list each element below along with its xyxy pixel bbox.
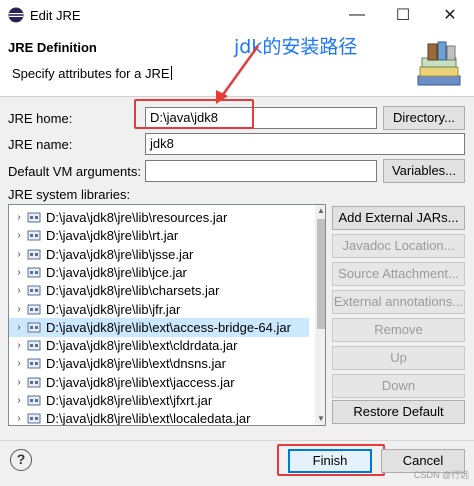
jar-file-icon xyxy=(27,230,41,241)
jar-file-icon xyxy=(27,395,41,406)
page-title: JRE Definition xyxy=(8,40,97,55)
expand-chevron-icon[interactable]: › xyxy=(11,413,27,424)
jar-file-icon xyxy=(27,377,41,388)
jre-home-label: JRE home: xyxy=(8,111,73,126)
jar-file-icon xyxy=(27,285,41,296)
library-path: D:\java\jdk8\jre\lib\resources.jar xyxy=(46,210,228,225)
up-button[interactable]: Up xyxy=(332,346,465,370)
library-path: D:\java\jdk8\jre\lib\ext\access-bridge-6… xyxy=(46,319,291,335)
title-bar: Edit JRE — ☐ ✕ xyxy=(0,0,474,30)
jar-file-icon xyxy=(27,304,41,314)
expand-chevron-icon[interactable]: › xyxy=(11,304,27,315)
jar-file-icon xyxy=(27,212,41,223)
library-list[interactable]: › D:\java\jdk8\jre\lib\ext\localedata.jar… xyxy=(8,204,326,426)
library-item[interactable]: › D:\java\jdk8\jre\lib\ext\localedata.jar xyxy=(9,409,309,426)
library-item[interactable]: › D:\java\jdk8\jre\lib\resources.jar xyxy=(9,208,309,227)
expand-chevron-icon[interactable]: › xyxy=(11,395,27,406)
library-path: D:\java\jdk8\jre\lib\ext\jfxrt.jar xyxy=(46,393,213,408)
library-path: D:\java\jdk8\jre\lib\ext\dnsns.jar xyxy=(46,356,226,372)
library-path: D:\java\jdk8\jre\lib\ext\jaccess.jar xyxy=(46,374,235,390)
add-external-jars-button[interactable]: Add External JARs... xyxy=(332,206,465,230)
scroll-down-arrow[interactable]: ▼ xyxy=(315,413,325,425)
expand-chevron-icon[interactable]: › xyxy=(11,249,27,260)
jre-name-input[interactable]: jdk8 xyxy=(145,133,465,155)
expand-chevron-icon[interactable]: › xyxy=(11,358,27,369)
window-title: Edit JRE xyxy=(30,8,81,23)
library-item[interactable]: › D:\java\jdk8\jre\lib\charsets.jar xyxy=(9,281,309,300)
header-separator xyxy=(0,96,474,97)
library-path: D:\java\jdk8\jre\lib\jsse.jar xyxy=(46,246,194,262)
directory-button[interactable]: Directory... xyxy=(383,106,465,130)
expand-chevron-icon[interactable]: › xyxy=(11,377,27,388)
dialog-header: JRE Definition Specify attributes for a … xyxy=(0,30,474,96)
finish-highlight xyxy=(277,444,385,476)
footer-separator xyxy=(0,440,474,441)
libraries-label: JRE system libraries: xyxy=(8,187,131,202)
jre-home-highlight xyxy=(134,99,254,129)
jar-file-icon xyxy=(27,267,41,278)
expand-chevron-icon[interactable]: › xyxy=(11,285,27,296)
library-item[interactable]: › D:\java\jdk8\jre\lib\jfr.jar xyxy=(9,300,309,319)
library-path: D:\java\jdk8\jre\lib\ext\localedata.jar xyxy=(46,411,251,426)
minimize-button[interactable]: — xyxy=(334,0,380,30)
remove-button[interactable]: Remove xyxy=(332,318,465,342)
library-item[interactable]: › D:\java\jdk8\jre\lib\jsse.jar xyxy=(9,245,309,264)
expand-chevron-icon[interactable]: › xyxy=(11,212,27,223)
jar-file-icon xyxy=(27,413,41,424)
library-path: D:\java\jdk8\jre\lib\jce.jar xyxy=(46,264,187,280)
library-item[interactable]: › D:\java\jdk8\jre\lib\ext\jfxrt.jar xyxy=(9,391,309,410)
jar-file-icon xyxy=(27,322,41,333)
external-annotations-button[interactable]: External annotations... xyxy=(332,290,465,314)
close-button[interactable]: ✕ xyxy=(427,0,473,30)
library-path: D:\java\jdk8\jre\lib\jfr.jar xyxy=(46,301,181,317)
jar-file-icon xyxy=(27,340,41,351)
maximize-button[interactable]: ☐ xyxy=(380,0,426,30)
library-scrollbar[interactable]: ▲ ▼ xyxy=(315,205,325,425)
library-item[interactable]: › D:\java\jdk8\jre\lib\ext\dnsns.jar xyxy=(9,354,309,373)
annotation-text: jdk的安装路径 xyxy=(234,36,358,58)
down-button[interactable]: Down xyxy=(332,374,465,398)
expand-chevron-icon[interactable]: › xyxy=(11,340,27,351)
eclipse-app-icon xyxy=(8,7,24,23)
expand-chevron-icon[interactable]: › xyxy=(11,322,27,333)
source-attachment-button[interactable]: Source Attachment... xyxy=(332,262,465,286)
library-path: D:\java\jdk8\jre\lib\rt.jar xyxy=(46,228,179,244)
vm-arguments-input[interactable] xyxy=(145,160,377,182)
scroll-up-arrow[interactable]: ▲ xyxy=(315,205,325,217)
scroll-thumb[interactable] xyxy=(317,219,325,329)
library-item[interactable]: › D:\java\jdk8\jre\lib\jce.jar xyxy=(9,263,309,282)
library-path: D:\java\jdk8\jre\lib\ext\cldrdata.jar xyxy=(46,338,238,354)
jre-name-label: JRE name: xyxy=(8,137,73,152)
library-item[interactable]: › D:\java\jdk8\jre\lib\rt.jar xyxy=(9,226,309,245)
page-description: Specify attributes for a JRE xyxy=(12,66,172,81)
expand-chevron-icon[interactable]: › xyxy=(11,267,27,278)
library-path: D:\java\jdk8\jre\lib\charsets.jar xyxy=(46,283,220,299)
library-item[interactable]: › D:\java\jdk8\jre\lib\ext\cldrdata.jar xyxy=(9,336,309,355)
javadoc-location-button[interactable]: Javadoc Location... xyxy=(332,234,465,258)
library-item[interactable]: › D:\java\jdk8\jre\lib\ext\jaccess.jar xyxy=(9,373,309,392)
vm-arguments-label: Default VM arguments: xyxy=(8,164,141,179)
variables-button[interactable]: Variables... xyxy=(383,159,465,183)
jar-file-icon xyxy=(27,249,41,260)
help-icon[interactable]: ? xyxy=(10,449,32,471)
expand-chevron-icon[interactable]: › xyxy=(11,230,27,241)
library-books-icon xyxy=(417,41,461,86)
watermark: CSDN @行远 xyxy=(414,470,470,480)
library-item[interactable]: › D:\java\jdk8\jre\lib\ext\access-bridge-… xyxy=(9,317,309,337)
jar-file-icon xyxy=(27,358,41,369)
restore-default-button[interactable]: Restore Default xyxy=(332,400,465,424)
